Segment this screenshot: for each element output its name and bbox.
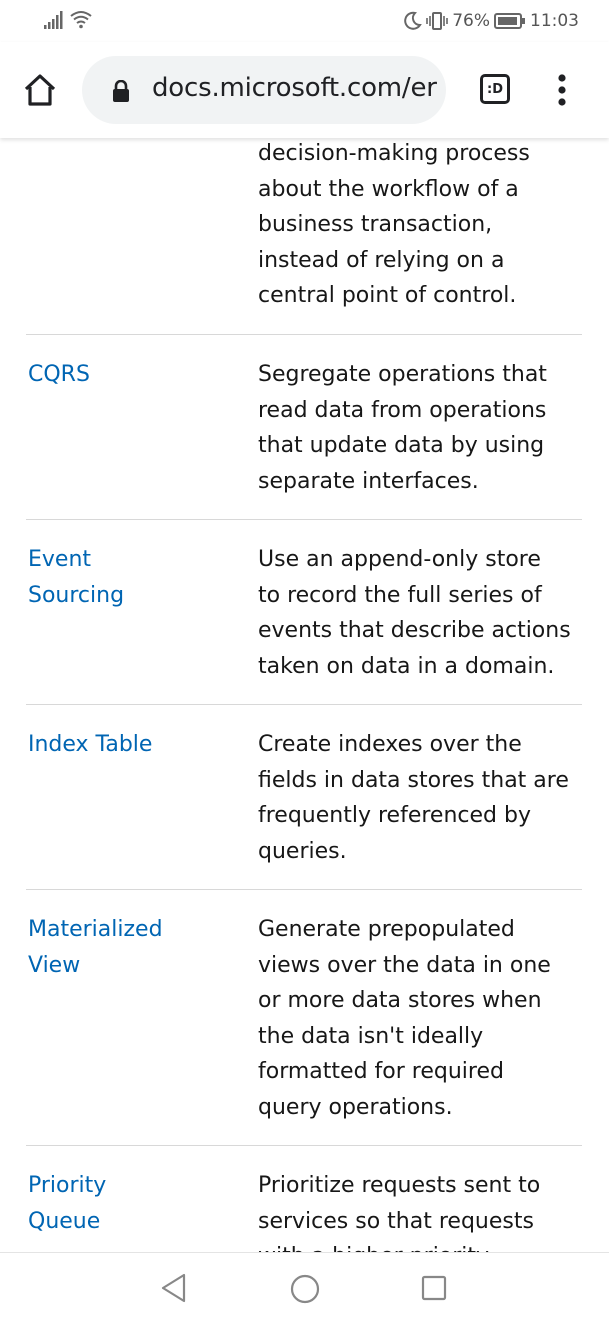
pattern-name-line[interactable]: Event bbox=[28, 542, 208, 578]
battery-icon bbox=[494, 13, 525, 29]
pattern-link-index-table[interactable]: Index Table bbox=[28, 727, 208, 763]
description-line: frequently referenced by bbox=[258, 803, 531, 828]
description-line: to record the full series of bbox=[258, 582, 542, 608]
system-nav-bar bbox=[0, 1252, 609, 1323]
moon-icon bbox=[404, 11, 423, 30]
wifi-icon bbox=[70, 11, 92, 29]
description-line: Prioritize requests sent to bbox=[258, 1173, 541, 1198]
table-row-description: Segregate operations that read data from… bbox=[258, 357, 558, 499]
back-icon[interactable] bbox=[160, 1273, 188, 1303]
pattern-link-cqrs[interactable]: CQRS bbox=[28, 357, 208, 393]
table-row-description: Generate prepopulated views over the dat… bbox=[258, 912, 558, 1125]
url-text[interactable]: docs.microsoft.com/er bbox=[152, 73, 437, 103]
battery-percent: 76% bbox=[452, 11, 490, 31]
row-divider bbox=[26, 334, 582, 335]
lock-icon bbox=[113, 80, 129, 102]
home-circle-icon[interactable] bbox=[290, 1274, 320, 1304]
table-row-description: Create indexes over the fields in data s… bbox=[258, 727, 569, 869]
row-divider bbox=[26, 704, 582, 705]
status-bar: 76% 11:03 bbox=[0, 0, 609, 42]
page-content: decision-making process about the workfl… bbox=[0, 138, 609, 1252]
tab-switcher-icon[interactable]: :D bbox=[480, 74, 510, 104]
description-line: business transaction, bbox=[258, 212, 493, 237]
description-line: taken on data in a domain. bbox=[258, 653, 555, 679]
description-line: the data isn't ideally bbox=[258, 1023, 484, 1049]
pattern-name-line[interactable]: View bbox=[28, 948, 208, 984]
table-row-description: Use an append-only store to record the f… bbox=[258, 542, 571, 684]
description-line: services so that requests bbox=[258, 1208, 534, 1234]
description-line: query operations. bbox=[258, 1094, 453, 1120]
clock: 11:03 bbox=[530, 11, 579, 31]
description-line: decision-making process bbox=[258, 141, 530, 166]
pattern-name-line[interactable]: Priority bbox=[28, 1168, 208, 1204]
pattern-link-priority-queue[interactable]: Priority Queue bbox=[28, 1168, 208, 1239]
address-bar[interactable]: docs.microsoft.com/er bbox=[82, 56, 446, 124]
browser-toolbar: docs.microsoft.com/er :D bbox=[0, 42, 609, 138]
vibrate-icon bbox=[426, 12, 449, 30]
recent-apps-icon[interactable] bbox=[421, 1275, 447, 1301]
description-line: with a higher priority bbox=[258, 1239, 558, 1252]
description-line: Segregate operations that bbox=[258, 362, 547, 387]
description-line: separate interfaces. bbox=[258, 468, 479, 494]
pattern-name-line[interactable]: Materialized bbox=[28, 912, 208, 948]
table-row-description: decision-making process about the workfl… bbox=[258, 138, 558, 314]
description-line: or more data stores when bbox=[258, 988, 542, 1013]
row-divider bbox=[26, 1145, 582, 1146]
row-divider bbox=[26, 889, 582, 890]
description-line: central point of control. bbox=[258, 283, 517, 308]
pattern-name-line[interactable]: CQRS bbox=[28, 357, 208, 393]
description-line: fields in data stores that are bbox=[258, 767, 569, 793]
description-line: events that describe actions bbox=[258, 618, 571, 643]
home-icon[interactable] bbox=[22, 72, 58, 108]
description-line: queries. bbox=[258, 838, 347, 864]
description-line: read data from operations bbox=[258, 397, 547, 423]
description-line: about the workflow of a bbox=[258, 176, 519, 202]
description-line: Generate prepopulated bbox=[258, 917, 515, 942]
description-line: Create indexes over the bbox=[258, 732, 522, 757]
pattern-name-line[interactable]: Queue bbox=[28, 1204, 208, 1240]
description-line: Use an append-only store bbox=[258, 547, 541, 572]
pattern-link-materialized-view[interactable]: Materialized View bbox=[28, 912, 208, 983]
more-vert-icon[interactable] bbox=[552, 72, 572, 108]
table-row-description: Prioritize requests sent to services so … bbox=[258, 1168, 558, 1252]
pattern-name-line[interactable]: Index Table bbox=[28, 727, 208, 763]
pattern-link-event-sourcing[interactable]: Event Sourcing bbox=[28, 542, 208, 613]
signal-icon bbox=[44, 11, 63, 29]
description-line: that update data by using bbox=[258, 433, 545, 458]
description-line: formatted for required bbox=[258, 1059, 504, 1084]
row-divider bbox=[26, 519, 582, 520]
pattern-name-line[interactable]: Sourcing bbox=[28, 578, 208, 614]
description-line: instead of relying on a bbox=[258, 247, 505, 273]
status-right-group: 76% 11:03 bbox=[402, 10, 579, 32]
description-line: views over the data in one bbox=[258, 952, 551, 978]
